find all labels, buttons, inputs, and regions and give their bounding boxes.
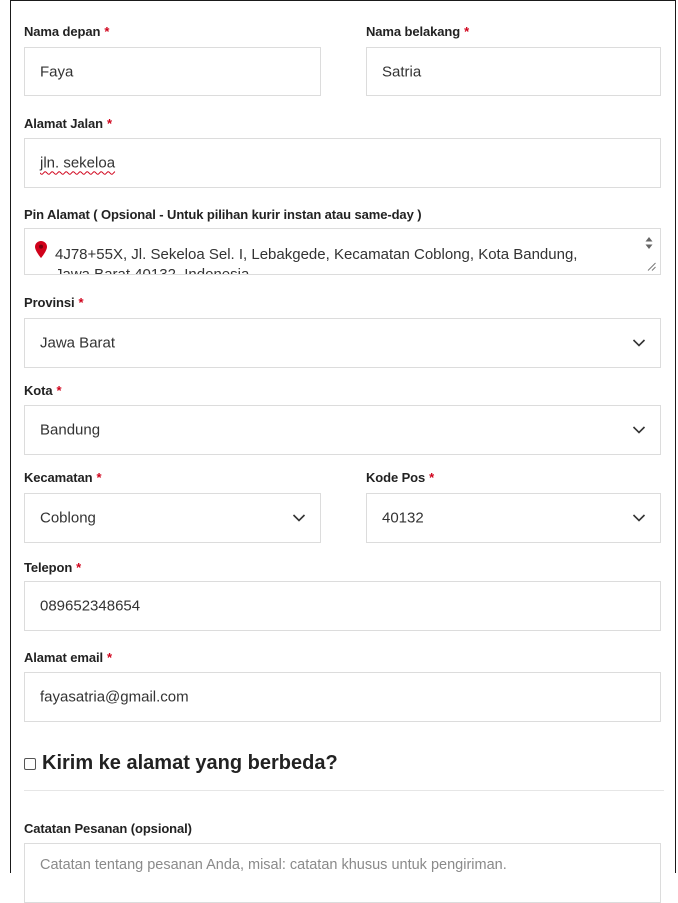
province-select[interactable]: Jawa Barat bbox=[24, 318, 661, 368]
notes-textarea[interactable]: Catatan tentang pesanan Anda, misal: cat… bbox=[24, 843, 661, 903]
chevron-down-icon bbox=[292, 514, 306, 522]
province-value: Jawa Barat bbox=[40, 334, 116, 352]
first-name-input[interactable]: Faya bbox=[24, 47, 321, 96]
last-name-value: Satria bbox=[382, 63, 422, 80]
postcode-select[interactable]: 40132 bbox=[366, 493, 661, 543]
chevron-down-icon bbox=[632, 514, 646, 522]
phone-input[interactable]: 089652348654 bbox=[24, 581, 661, 631]
chevron-down-icon bbox=[632, 426, 646, 434]
district-label: Kecamatan * bbox=[24, 470, 102, 485]
checkbox-icon[interactable] bbox=[24, 757, 36, 770]
email-label: Alamat email * bbox=[24, 650, 112, 665]
pin-label: Pin Alamat ( Opsional - Untuk pilihan ku… bbox=[24, 207, 422, 222]
map-pin-icon bbox=[35, 241, 47, 258]
postcode-label: Kode Pos * bbox=[366, 470, 435, 485]
city-label: Kota * bbox=[24, 383, 62, 398]
notes-placeholder: Catatan tentang pesanan Anda, misal: cat… bbox=[40, 857, 507, 873]
section-divider bbox=[24, 790, 664, 791]
phone-label: Telepon * bbox=[24, 560, 82, 575]
pin-value-line1: 4J78+55X, Jl. Sekeloa Sel. I, Lebakgede,… bbox=[55, 246, 578, 263]
pin-value-line2: Jawa Barat 40132, Indonesia bbox=[55, 266, 250, 275]
email-value: fayasatria@gmail.com bbox=[40, 688, 189, 706]
first-name-label: Nama depan * bbox=[24, 24, 110, 39]
street-input[interactable]: jln. sekeloa bbox=[24, 138, 661, 188]
spinner-arrows-icon[interactable] bbox=[644, 235, 654, 251]
province-label: Provinsi * bbox=[24, 295, 84, 310]
city-select[interactable]: Bandung bbox=[24, 405, 661, 455]
street-label: Alamat Jalan * bbox=[24, 116, 112, 131]
ship-different-label: Kirim ke alamat yang berbeda? bbox=[42, 752, 338, 774]
last-name-input[interactable]: Satria bbox=[366, 47, 661, 96]
district-select[interactable]: Coblong bbox=[24, 493, 321, 543]
city-value: Bandung bbox=[40, 421, 101, 439]
street-value: jln. sekeloa bbox=[40, 154, 116, 172]
resize-grip-icon[interactable] bbox=[647, 262, 656, 271]
ship-different-toggle[interactable]: Kirim ke alamat yang berbeda? bbox=[24, 752, 338, 775]
phone-value: 089652348654 bbox=[40, 597, 141, 615]
chevron-down-icon bbox=[632, 339, 646, 347]
email-input[interactable]: fayasatria@gmail.com bbox=[24, 672, 661, 722]
last-name-label: Nama belakang * bbox=[366, 24, 470, 39]
first-name-value: Faya bbox=[40, 63, 74, 80]
notes-label: Catatan Pesanan (opsional) bbox=[24, 821, 192, 836]
pin-textarea[interactable]: 4J78+55X, Jl. Sekeloa Sel. I, Lebakgede,… bbox=[24, 228, 661, 275]
district-value: Coblong bbox=[40, 509, 96, 527]
postcode-value: 40132 bbox=[382, 509, 424, 527]
